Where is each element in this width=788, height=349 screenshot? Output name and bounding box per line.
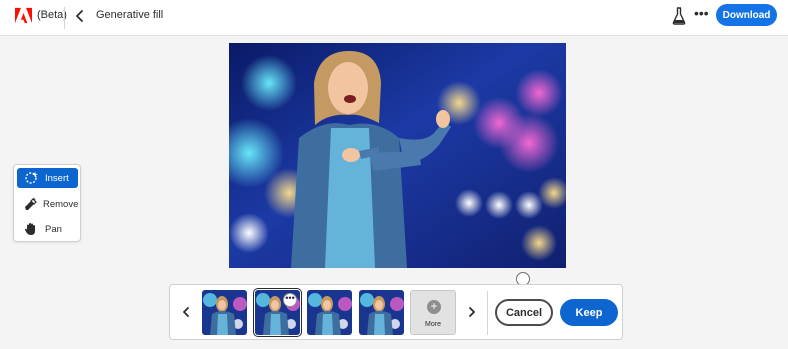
next-chevron-icon[interactable] bbox=[466, 304, 478, 320]
strip-divider bbox=[487, 291, 488, 335]
previous-chevron-icon[interactable] bbox=[180, 304, 192, 320]
more-variations-label: More bbox=[425, 321, 441, 328]
variations-strip: ••• + More Cancel Keep bbox=[169, 284, 623, 340]
insert-lasso-icon bbox=[23, 170, 39, 186]
variation-thumbnail-2[interactable]: ••• bbox=[253, 288, 302, 337]
hand-icon bbox=[23, 221, 39, 237]
more-variations-button[interactable]: + More bbox=[410, 290, 456, 335]
photo-woman-denim-jacket-icon bbox=[229, 43, 566, 268]
download-button[interactable]: Download bbox=[716, 4, 777, 26]
app-header: (Beta) Generative fill ••• Download bbox=[0, 0, 788, 36]
canvas-image[interactable] bbox=[229, 43, 566, 268]
variation-thumbnail-3[interactable] bbox=[307, 290, 352, 335]
keep-button[interactable]: Keep bbox=[560, 299, 618, 326]
flask-icon[interactable] bbox=[672, 7, 686, 25]
thumbnail-more-options-icon[interactable]: ••• bbox=[283, 293, 297, 307]
page-title: Generative fill bbox=[96, 9, 164, 21]
adobe-logo-icon[interactable] bbox=[15, 7, 32, 24]
tool-remove-label: Remove bbox=[43, 198, 79, 210]
back-chevron-icon[interactable] bbox=[73, 8, 87, 24]
tool-pan[interactable]: Pan bbox=[17, 219, 78, 239]
variation-thumbnail-4[interactable] bbox=[359, 290, 404, 335]
tool-insert[interactable]: Insert bbox=[17, 168, 78, 188]
beta-badge: (Beta) bbox=[37, 9, 67, 21]
tools-panel: Insert Remove Pan bbox=[13, 164, 81, 242]
header-divider bbox=[64, 7, 65, 29]
more-options-icon[interactable]: ••• bbox=[694, 5, 709, 21]
tool-insert-label: Insert bbox=[45, 172, 69, 184]
tool-pan-label: Pan bbox=[45, 223, 62, 235]
plus-icon: + bbox=[427, 300, 441, 314]
tool-remove[interactable]: Remove bbox=[17, 194, 78, 214]
cancel-button[interactable]: Cancel bbox=[495, 299, 553, 326]
eraser-icon bbox=[23, 196, 37, 212]
variation-thumbnail-1[interactable] bbox=[202, 290, 247, 335]
